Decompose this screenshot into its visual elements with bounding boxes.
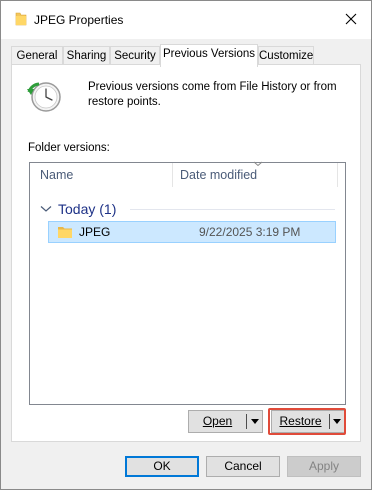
tab-previous-versions[interactable]: Previous Versions [160,44,258,67]
ok-button[interactable]: OK [125,456,199,477]
versions-list[interactable]: Name Date modified Today (1) JPEG 9/22/2… [29,161,346,405]
apply-label: Apply [308,459,340,473]
tab-security[interactable]: Security [110,46,160,66]
chevron-down-icon [40,206,52,212]
open-button[interactable]: Open [188,410,263,433]
column-date-label: Date modified [180,168,258,182]
info-text: Previous versions come from File History… [88,81,337,108]
close-icon [345,13,357,25]
list-item[interactable]: JPEG 9/22/2025 3:19 PM [48,221,336,243]
cancel-label: Cancel [224,459,262,473]
open-dropdown-arrow[interactable] [247,411,262,432]
tab-customize-label: Customize [259,50,314,62]
item-date-modified: 9/22/2025 3:19 PM [199,225,301,239]
title-bar[interactable]: JPEG Properties [1,1,371,39]
tab-previous-versions-label: Previous Versions [162,48,256,60]
window-title: JPEG Properties [34,13,124,27]
tab-sharing-label: Sharing [66,50,107,62]
folder-versions-label: Folder versions: [28,142,110,154]
column-name-label: Name [40,168,74,182]
tab-general-label: General [16,50,58,62]
open-label-text: Open [202,414,233,428]
group-header-today[interactable]: Today (1) [40,199,116,219]
group-label: Today (1) [58,201,117,217]
column-header-name[interactable]: Name [30,163,170,187]
file-history-clock-icon [27,82,61,112]
restore-highlight-box [268,408,346,435]
caret-down-icon [250,419,259,424]
tab-customize[interactable]: Customize [258,46,314,66]
tab-general[interactable]: General [11,46,63,66]
apply-button[interactable]: Apply [287,456,361,477]
cancel-button[interactable]: Cancel [206,456,280,477]
tab-security-label: Security [114,50,156,62]
item-name: JPEG [79,225,111,239]
close-button[interactable] [335,5,367,33]
ok-label: OK [153,459,171,473]
tab-sharing[interactable]: Sharing [63,46,110,66]
folder-icon [15,12,27,26]
properties-dialog: JPEG Properties General Sharing Security… [0,0,372,490]
previous-versions-panel: Previous versions come from File History… [11,64,361,442]
open-button-label: Open [189,411,246,432]
folder-icon [58,227,72,238]
sort-chevron-down-icon [253,161,263,167]
group-divider [130,209,335,210]
column-separator[interactable] [337,163,338,187]
